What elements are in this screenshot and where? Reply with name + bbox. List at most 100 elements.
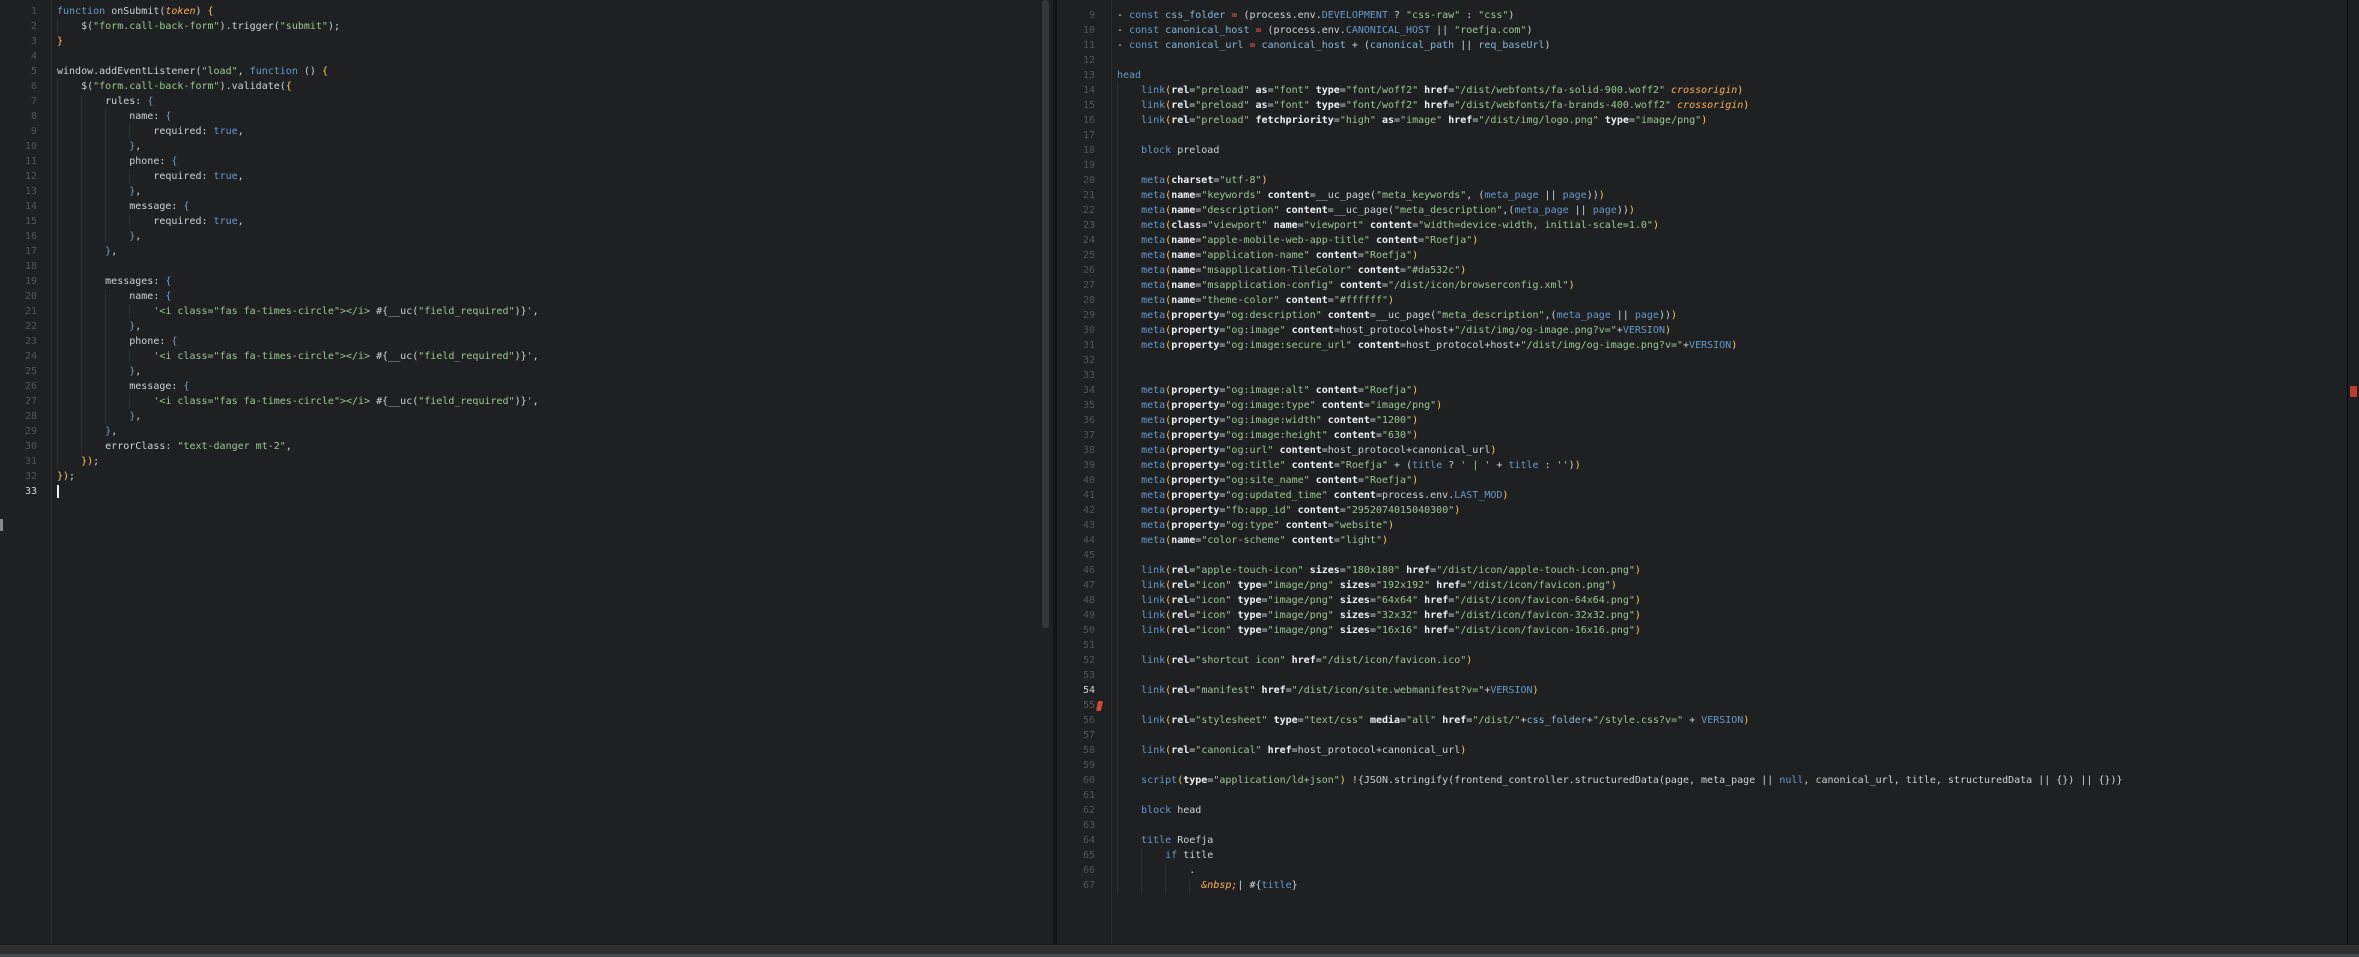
- code-line[interactable]: 12required: true,: [0, 169, 1053, 184]
- line-number[interactable]: 60: [1057, 773, 1111, 788]
- line-number[interactable]: 10: [0, 139, 51, 154]
- code-line[interactable]: 21meta(name="keywords" content=__uc_page…: [1057, 188, 2347, 203]
- code-line[interactable]: 45: [1057, 548, 2347, 563]
- line-number[interactable]: 56: [1057, 713, 1111, 728]
- code-line[interactable]: 1function onSubmit(token) {: [0, 4, 1053, 19]
- line-number[interactable]: 12: [1057, 53, 1111, 68]
- code-line[interactable]: 10},: [0, 139, 1053, 154]
- code-line[interactable]: 23meta(class="viewport" name="viewport" …: [1057, 218, 2347, 233]
- line-number[interactable]: 53: [1057, 668, 1111, 683]
- line-number[interactable]: 43: [1057, 518, 1111, 533]
- line-number[interactable]: 24: [1057, 233, 1111, 248]
- code-line[interactable]: 25meta(name="application-name" content="…: [1057, 248, 2347, 263]
- line-number[interactable]: 9: [1057, 8, 1111, 23]
- code-line[interactable]: 50link(rel="icon" type="image/png" sizes…: [1057, 623, 2347, 638]
- line-number[interactable]: 27: [1057, 278, 1111, 293]
- code-line[interactable]: 67&nbsp;| #{title}: [1057, 878, 2347, 893]
- line-number[interactable]: 22: [0, 319, 51, 334]
- code-line[interactable]: 54link(rel="manifest" href="/dist/icon/s…: [1057, 683, 2347, 698]
- code-line[interactable]: 34meta(property="og:image:alt" content="…: [1057, 383, 2347, 398]
- line-number[interactable]: 47: [1057, 578, 1111, 593]
- line-number[interactable]: 16: [1057, 113, 1111, 128]
- line-number[interactable]: 5: [0, 64, 51, 79]
- line-number[interactable]: 67: [1057, 878, 1111, 893]
- line-number[interactable]: 4: [0, 49, 51, 64]
- code-line[interactable]: 3}: [0, 34, 1053, 49]
- code-line[interactable]: 65if title: [1057, 848, 2347, 863]
- line-number[interactable]: 38: [1057, 443, 1111, 458]
- line-number[interactable]: 21: [0, 304, 51, 319]
- line-number[interactable]: 13: [1057, 68, 1111, 83]
- line-number[interactable]: 1: [0, 4, 51, 19]
- code-line[interactable]: 27'<i class="fas fa-times-circle"></i> #…: [0, 394, 1053, 409]
- code-line[interactable]: 52link(rel="shortcut icon" href="/dist/i…: [1057, 653, 2347, 668]
- code-line[interactable]: 61: [1057, 788, 2347, 803]
- line-number[interactable]: 31: [0, 454, 51, 469]
- code-line[interactable]: 25},: [0, 364, 1053, 379]
- code-line[interactable]: 20name: {: [0, 289, 1053, 304]
- code-line[interactable]: 15required: true,: [0, 214, 1053, 229]
- code-line[interactable]: 55: [1057, 698, 2347, 713]
- line-number[interactable]: 14: [1057, 83, 1111, 98]
- left-pane-scrollbar-thumb[interactable]: [1042, 0, 1049, 628]
- code-line[interactable]: 20meta(charset="utf-8"): [1057, 173, 2347, 188]
- code-line[interactable]: 43meta(property="og:type" content="websi…: [1057, 518, 2347, 533]
- code-line[interactable]: 27meta(name="msapplication-config" conte…: [1057, 278, 2347, 293]
- code-line[interactable]: 24'<i class="fas fa-times-circle"></i> #…: [0, 349, 1053, 364]
- line-number[interactable]: 51: [1057, 638, 1111, 653]
- line-number[interactable]: 21: [1057, 188, 1111, 203]
- code-line[interactable]: 44meta(name="color-scheme" content="ligh…: [1057, 533, 2347, 548]
- line-number[interactable]: 62: [1057, 803, 1111, 818]
- code-line[interactable]: 48link(rel="icon" type="image/png" sizes…: [1057, 593, 2347, 608]
- code-line[interactable]: 56link(rel="stylesheet" type="text/css" …: [1057, 713, 2347, 728]
- line-number[interactable]: 28: [1057, 293, 1111, 308]
- line-number[interactable]: 63: [1057, 818, 1111, 833]
- line-number[interactable]: 29: [0, 424, 51, 439]
- line-number[interactable]: 23: [1057, 218, 1111, 233]
- code-line[interactable]: 33: [0, 484, 1053, 499]
- line-number[interactable]: 26: [0, 379, 51, 394]
- code-line[interactable]: 35meta(property="og:image:type" content=…: [1057, 398, 2347, 413]
- code-line[interactable]: 46link(rel="apple-touch-icon" sizes="180…: [1057, 563, 2347, 578]
- line-number[interactable]: 26: [1057, 263, 1111, 278]
- line-number[interactable]: 6: [0, 79, 51, 94]
- code-line[interactable]: 42meta(property="fb:app_id" content="295…: [1057, 503, 2347, 518]
- code-line[interactable]: 32});: [0, 469, 1053, 484]
- code-line[interactable]: 58link(rel="canonical" href=host_protoco…: [1057, 743, 2347, 758]
- code-line[interactable]: 31meta(property="og:image:secure_url" co…: [1057, 338, 2347, 353]
- code-line[interactable]: 23phone: {: [0, 334, 1053, 349]
- line-number[interactable]: 25: [1057, 248, 1111, 263]
- code-line[interactable]: 16},: [0, 229, 1053, 244]
- code-line[interactable]: 30meta(property="og:image" content=host_…: [1057, 323, 2347, 338]
- right-pane-scrollbar[interactable]: [2347, 0, 2359, 944]
- line-number[interactable]: 17: [0, 244, 51, 259]
- line-number[interactable]: 33: [1057, 368, 1111, 383]
- line-number[interactable]: 28: [0, 409, 51, 424]
- line-number[interactable]: 20: [0, 289, 51, 304]
- line-number[interactable]: 41: [1057, 488, 1111, 503]
- line-number[interactable]: 35: [1057, 398, 1111, 413]
- horizontal-scrollbar[interactable]: [0, 944, 2359, 957]
- line-number[interactable]: 23: [0, 334, 51, 349]
- code-line[interactable]: 6$("form.call-back-form").validate({: [0, 79, 1053, 94]
- line-number[interactable]: 11: [0, 154, 51, 169]
- line-number[interactable]: 18: [1057, 143, 1111, 158]
- line-number[interactable]: 49: [1057, 608, 1111, 623]
- code-line[interactable]: 28meta(name="theme-color" content="#ffff…: [1057, 293, 2347, 308]
- code-line[interactable]: 14link(rel="preload" as="font" type="fon…: [1057, 83, 2347, 98]
- line-number[interactable]: 22: [1057, 203, 1111, 218]
- code-line[interactable]: 11- const canonical_url = canonical_host…: [1057, 38, 2347, 53]
- line-number[interactable]: 40: [1057, 473, 1111, 488]
- line-number[interactable]: 8: [0, 109, 51, 124]
- line-number[interactable]: 3: [0, 34, 51, 49]
- code-line[interactable]: 60script(type="application/ld+json") !{J…: [1057, 773, 2347, 788]
- line-number[interactable]: 61: [1057, 788, 1111, 803]
- code-line[interactable]: 17},: [0, 244, 1053, 259]
- code-line[interactable]: 11phone: {: [0, 154, 1053, 169]
- code-line[interactable]: 47link(rel="icon" type="image/png" sizes…: [1057, 578, 2347, 593]
- line-number[interactable]: 11: [1057, 38, 1111, 53]
- line-number[interactable]: 24: [0, 349, 51, 364]
- code-line[interactable]: 15link(rel="preload" as="font" type="fon…: [1057, 98, 2347, 113]
- code-line[interactable]: 28},: [0, 409, 1053, 424]
- line-number[interactable]: 42: [1057, 503, 1111, 518]
